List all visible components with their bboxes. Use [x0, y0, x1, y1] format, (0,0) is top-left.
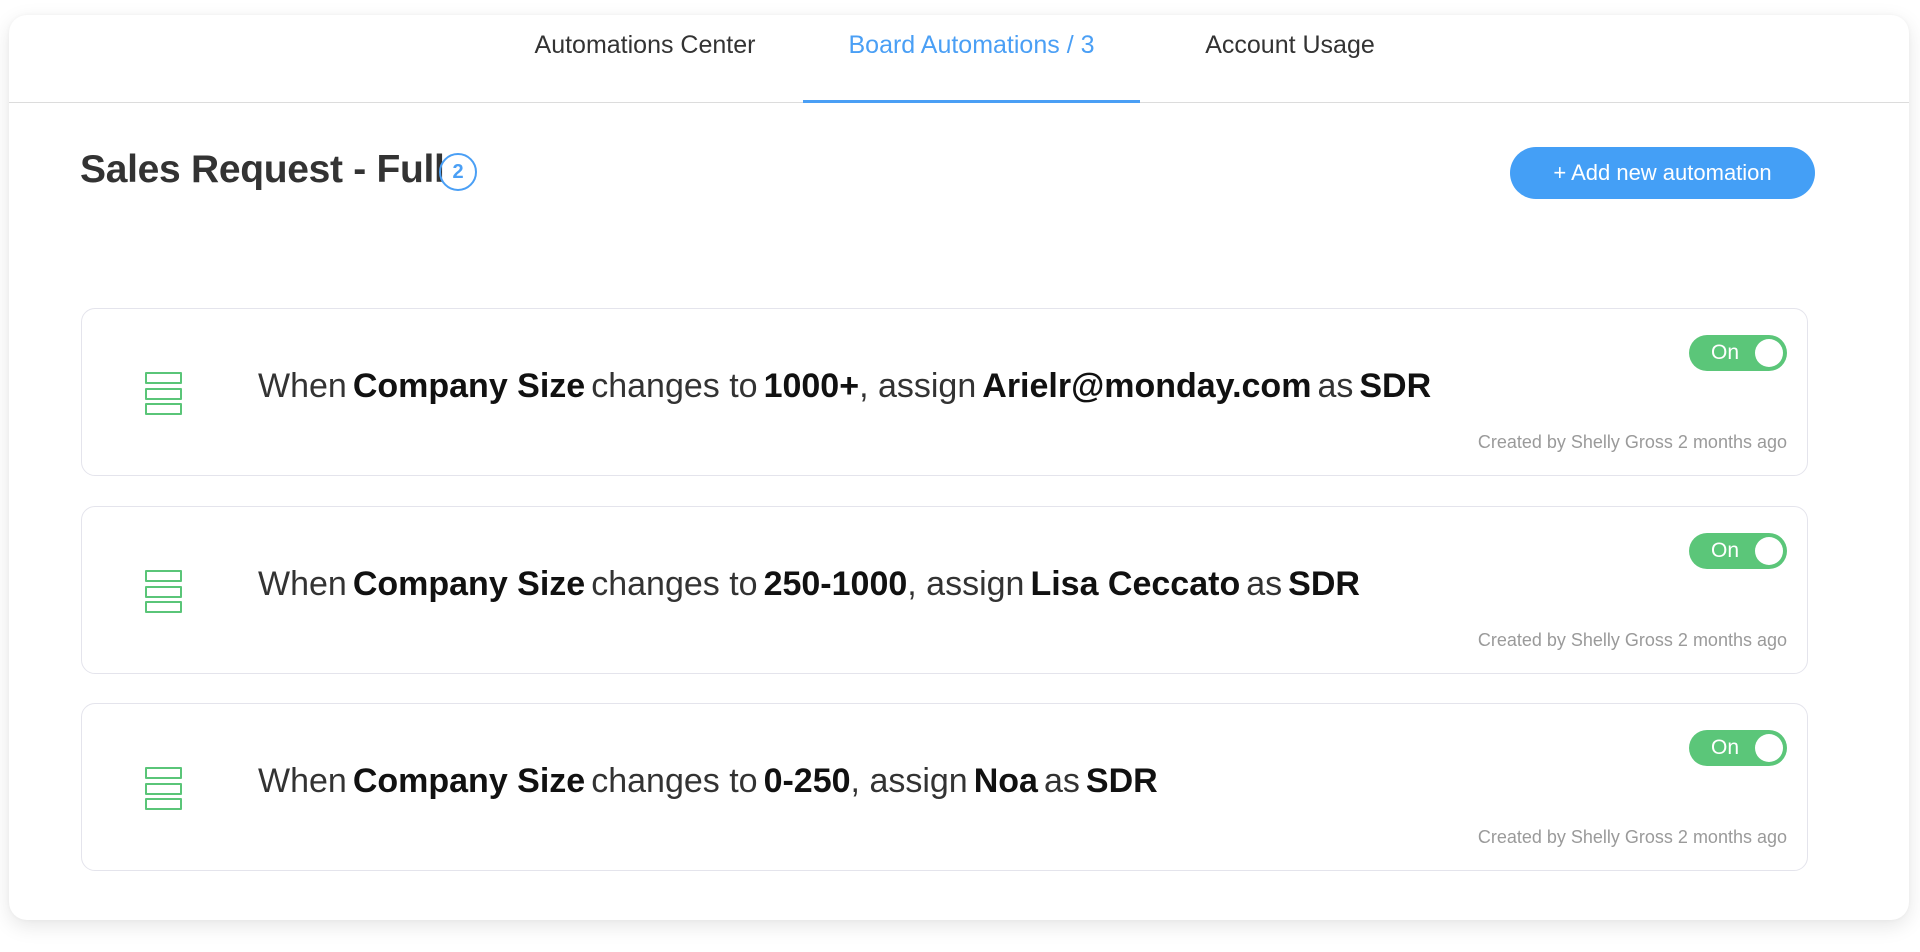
- recipe-column[interactable]: Company Size: [353, 762, 585, 800]
- recipe-word: When: [258, 762, 347, 800]
- recipe-word: changes to: [591, 565, 758, 603]
- recipe-value[interactable]: 1000+: [764, 367, 860, 405]
- recipe-word: changes to: [591, 762, 758, 800]
- recipe-word: , assign: [907, 565, 1025, 603]
- automation-card[interactable]: When Company Size changes to 250-1000, assi…: [81, 506, 1808, 674]
- toggle-label: On: [1711, 539, 1740, 562]
- toggle-knob: [1755, 339, 1783, 367]
- recipe-word: , assign: [850, 762, 968, 800]
- count-badge: 2: [439, 153, 477, 191]
- tab-bar: Automations Center Board Automations / 3…: [9, 15, 1909, 103]
- created-by: Created by Shelly Gross 2 months ago: [1477, 827, 1787, 847]
- recipe-word: When: [258, 565, 347, 603]
- toggle-label: On: [1711, 341, 1740, 364]
- toggle-knob: [1755, 734, 1783, 762]
- automation-card[interactable]: When Company Size changes to 1000+, assign A…: [81, 308, 1808, 476]
- recipe-value[interactable]: 0-250: [764, 762, 851, 800]
- recipe-word: , assign: [859, 367, 977, 405]
- recipe-person[interactable]: Noa: [974, 762, 1038, 800]
- recipe-column[interactable]: Company Size: [353, 367, 585, 405]
- recipe-word: as: [1317, 367, 1354, 405]
- recipe-word: changes to: [591, 367, 758, 405]
- recipe-value[interactable]: 250-1000: [764, 565, 908, 603]
- recipe-role[interactable]: SDR: [1359, 367, 1431, 405]
- recipe-person[interactable]: Arielr@monday.com: [982, 367, 1311, 405]
- automations-panel: Automations Center Board Automations / 3…: [9, 15, 1909, 920]
- recipe-word: When: [258, 367, 347, 405]
- automation-recipe: When Company Size changes to 1000+, assign A…: [258, 367, 1437, 406]
- tab-automations-center[interactable]: Automations Center: [479, 15, 811, 102]
- automation-recipe: When Company Size changes to 250-1000, assi…: [258, 565, 1366, 604]
- automation-recipe: When Company Size changes to 0-250, assign N…: [258, 762, 1164, 801]
- table-rows-icon: [145, 372, 182, 415]
- tab-account-usage[interactable]: Account Usage: [1140, 15, 1440, 102]
- recipe-role[interactable]: SDR: [1086, 762, 1158, 800]
- recipe-word: as: [1246, 565, 1283, 603]
- automation-toggle[interactable]: On: [1689, 533, 1787, 569]
- automation-card[interactable]: When Company Size changes to 0-250, assign N…: [81, 703, 1808, 871]
- add-new-automation-button[interactable]: + Add new automation: [1510, 147, 1815, 199]
- table-rows-icon: [145, 767, 182, 810]
- board-title: Sales Request - Full: [80, 148, 445, 191]
- automation-toggle[interactable]: On: [1689, 335, 1787, 371]
- toggle-label: On: [1711, 736, 1740, 759]
- table-rows-icon: [145, 570, 182, 613]
- automation-toggle[interactable]: On: [1689, 730, 1787, 766]
- created-by: Created by Shelly Gross 2 months ago: [1477, 630, 1787, 650]
- recipe-word: as: [1043, 762, 1080, 800]
- recipe-column[interactable]: Company Size: [353, 565, 585, 603]
- tab-board-automations[interactable]: Board Automations / 3: [803, 15, 1140, 103]
- recipe-role[interactable]: SDR: [1288, 565, 1360, 603]
- recipe-person[interactable]: Lisa Ceccato: [1030, 565, 1240, 603]
- created-by: Created by Shelly Gross 2 months ago: [1477, 432, 1787, 452]
- toggle-knob: [1755, 537, 1783, 565]
